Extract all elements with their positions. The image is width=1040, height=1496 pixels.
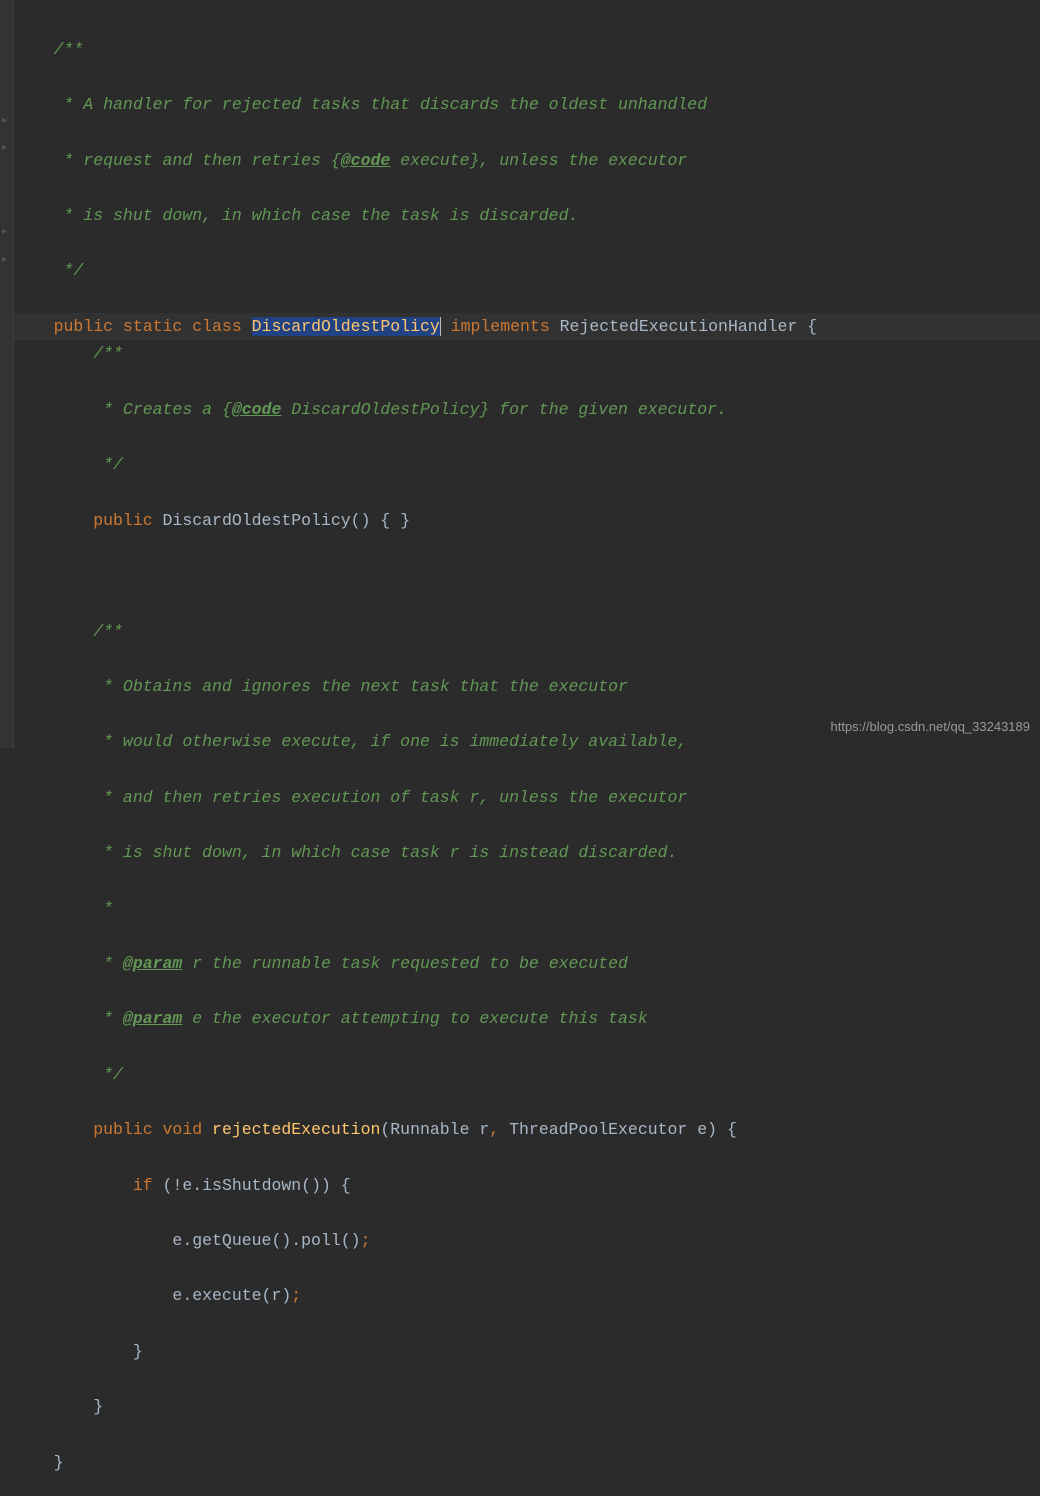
javadoc-comment: /** [14, 344, 123, 363]
javadoc-comment: * request and then retries { [14, 151, 341, 170]
keyword: public void [14, 1120, 212, 1139]
comma: , [489, 1120, 509, 1139]
javadoc-comment: */ [14, 455, 123, 474]
javadoc-comment: r the runnable task requested to be exec… [182, 954, 628, 973]
javadoc-comment: * Obtains and ignores the next task that… [14, 677, 628, 696]
method-name: rejectedExecution [212, 1120, 380, 1139]
selected-text: DiscardOldestPolicy [252, 317, 441, 336]
javadoc-comment: DiscardOldestPolicy} for the given execu… [281, 400, 727, 419]
javadoc-comment: execute}, unless the executor [390, 151, 687, 170]
javadoc-comment: */ [14, 1065, 123, 1084]
semicolon: ; [361, 1231, 371, 1250]
parens: () [351, 511, 381, 530]
brace-close: } [14, 1397, 103, 1416]
javadoc-comment: * and then retries execution of task r, … [14, 788, 687, 807]
javadoc-tag: @code [232, 400, 282, 419]
javadoc-comment: * [14, 899, 113, 918]
javadoc-tag: @code [341, 151, 391, 170]
javadoc-comment: /** [14, 40, 83, 59]
param: ThreadPoolExecutor e) [509, 1120, 727, 1139]
semicolon: ; [291, 1286, 301, 1305]
brace: { [807, 317, 817, 336]
braces: { } [380, 511, 410, 530]
constructor-name: DiscardOldestPolicy [163, 511, 351, 530]
brace-close: } [14, 1342, 143, 1361]
javadoc-param-tag: @param [123, 954, 182, 973]
indent [14, 317, 54, 336]
javadoc-comment: * [14, 1009, 123, 1028]
editor-gutter: ▸ ▸ ▸ ▸ [0, 0, 14, 748]
fold-marker-icon[interactable]: ▸ [2, 144, 12, 154]
javadoc-comment: * would otherwise execute, if one is imm… [14, 732, 687, 751]
javadoc-param-tag: @param [123, 1009, 182, 1028]
keyword: implements [441, 317, 560, 336]
condition: (!e.isShutdown()) { [163, 1176, 351, 1195]
current-line-highlight: public static class DiscardOldestPolicy … [14, 313, 1040, 341]
fold-marker-icon[interactable]: ▸ [2, 228, 12, 238]
statement: e.execute(r) [14, 1286, 291, 1305]
watermark-text: https://blog.csdn.net/qq_33243189 [831, 716, 1031, 738]
code-editor[interactable]: /** * A handler for rejected tasks that … [14, 0, 1040, 1496]
brace: { [727, 1120, 737, 1139]
fold-marker-icon[interactable]: ▸ [2, 117, 12, 127]
javadoc-comment: * Creates a { [14, 400, 232, 419]
javadoc-comment: /** [14, 622, 123, 641]
keyword-if: if [133, 1176, 163, 1195]
javadoc-comment: */ [14, 261, 83, 280]
javadoc-comment: * is shut down, in which case the task i… [14, 206, 578, 225]
statement: e.getQueue().poll() [14, 1231, 361, 1250]
keyword: public static class [54, 317, 252, 336]
javadoc-comment: e the executor attempting to execute thi… [182, 1009, 647, 1028]
type-name: RejectedExecutionHandler [560, 317, 808, 336]
fold-marker-icon[interactable]: ▸ [2, 256, 12, 266]
keyword: public [14, 511, 163, 530]
param: (Runnable r [380, 1120, 489, 1139]
brace-close: } [14, 1453, 64, 1472]
javadoc-comment: * A handler for rejected tasks that disc… [14, 95, 707, 114]
indent [14, 1176, 133, 1195]
javadoc-comment: * [14, 954, 123, 973]
javadoc-comment: * is shut down, in which case task r is … [14, 843, 677, 862]
